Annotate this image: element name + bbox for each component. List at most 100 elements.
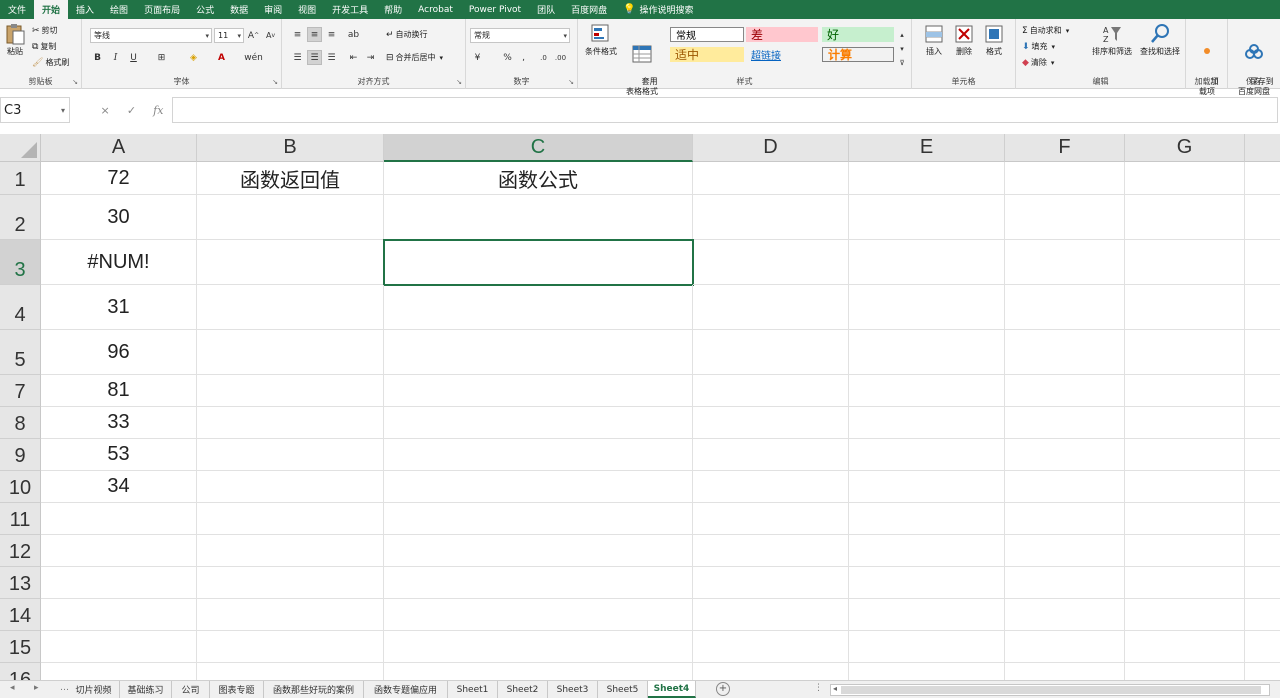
cell[interactable] bbox=[1125, 375, 1245, 407]
align-bottom-button[interactable]: ≡ bbox=[324, 27, 339, 42]
cell[interactable] bbox=[197, 195, 384, 240]
column-header[interactable]: C bbox=[384, 134, 693, 162]
cell[interactable] bbox=[849, 240, 1005, 285]
sort-filter-button[interactable]: AZ 排序和筛选 bbox=[1088, 23, 1136, 57]
sheet-tab[interactable]: Sheet5 bbox=[598, 681, 648, 698]
styles-scroll-up[interactable]: ▴ bbox=[896, 27, 908, 42]
cell[interactable] bbox=[1245, 503, 1280, 535]
align-right-button[interactable]: ☰ bbox=[324, 50, 339, 65]
font-size-combo[interactable]: 11 ▾ bbox=[214, 28, 244, 43]
autosum-button[interactable]: Σ 自动求和 ▾ bbox=[1022, 25, 1069, 36]
cell[interactable] bbox=[1245, 439, 1280, 471]
cell[interactable] bbox=[1005, 631, 1125, 663]
number-launcher-icon[interactable]: ↘ bbox=[568, 78, 574, 86]
delete-cells-button[interactable]: 删除 bbox=[950, 23, 978, 57]
decrease-decimal-button[interactable]: .00 bbox=[553, 50, 568, 65]
cell[interactable]: 81 bbox=[41, 375, 197, 407]
cell[interactable] bbox=[384, 567, 693, 599]
style-normal[interactable]: 常规 bbox=[670, 27, 744, 42]
align-top-button[interactable]: ≡ bbox=[290, 27, 305, 42]
cell[interactable] bbox=[849, 162, 1005, 195]
cell[interactable] bbox=[849, 195, 1005, 240]
ribbon-tab[interactable]: 开始 bbox=[34, 0, 69, 19]
clipboard-launcher-icon[interactable]: ↘ bbox=[72, 78, 78, 86]
cell[interactable] bbox=[849, 663, 1005, 680]
cell[interactable] bbox=[1005, 663, 1125, 680]
cell[interactable] bbox=[1125, 663, 1245, 680]
cell[interactable] bbox=[849, 375, 1005, 407]
cell[interactable] bbox=[849, 631, 1005, 663]
cell[interactable] bbox=[197, 599, 384, 631]
row-header[interactable]: 14 bbox=[0, 599, 41, 631]
next-sheet-icon[interactable]: ▸ bbox=[34, 683, 39, 693]
cell[interactable] bbox=[197, 535, 384, 567]
conditional-format-button[interactable]: 条件格式 bbox=[582, 23, 620, 57]
cell[interactable] bbox=[693, 330, 849, 375]
cell[interactable] bbox=[41, 663, 197, 680]
copy-button[interactable]: ⧉ 复制 bbox=[32, 41, 56, 52]
cell[interactable] bbox=[1125, 535, 1245, 567]
name-box[interactable]: C3 ▾ bbox=[0, 97, 70, 123]
merge-center-button[interactable]: ⊟ 合并后居中 ▾ bbox=[386, 52, 443, 63]
column-header[interactable]: E bbox=[849, 134, 1005, 162]
cut-button[interactable]: ✂ 剪切 bbox=[32, 25, 58, 36]
style-good[interactable]: 好 bbox=[822, 27, 894, 42]
cell[interactable] bbox=[384, 375, 693, 407]
cell[interactable] bbox=[1245, 471, 1280, 503]
row-header[interactable]: 1 bbox=[0, 162, 41, 195]
cell[interactable] bbox=[41, 567, 197, 599]
cell[interactable] bbox=[1125, 195, 1245, 240]
format-as-table-button[interactable]: 套用 表格格式 bbox=[622, 23, 662, 107]
cell[interactable] bbox=[1005, 285, 1125, 330]
ribbon-tab[interactable]: 百度网盘 bbox=[563, 0, 615, 19]
cell[interactable] bbox=[849, 407, 1005, 439]
cell[interactable] bbox=[1005, 567, 1125, 599]
italic-button[interactable]: I bbox=[108, 50, 123, 65]
ribbon-tab[interactable]: 视图 bbox=[290, 0, 324, 19]
cell[interactable]: 34 bbox=[41, 471, 197, 503]
cell[interactable] bbox=[197, 407, 384, 439]
cell[interactable] bbox=[41, 599, 197, 631]
tab-split-icon[interactable]: ⋮ bbox=[814, 683, 823, 693]
cell[interactable] bbox=[384, 330, 693, 375]
row-header[interactable]: 10 bbox=[0, 471, 41, 503]
format-cells-button[interactable]: 格式 bbox=[980, 23, 1008, 57]
cell[interactable] bbox=[197, 567, 384, 599]
cell[interactable] bbox=[197, 330, 384, 375]
sheet-tab[interactable]: 函数那些好玩的案例 bbox=[264, 681, 364, 698]
cell[interactable] bbox=[384, 471, 693, 503]
save-baidu-button[interactable]: 保存到 百度网盘 bbox=[1232, 23, 1276, 107]
paste-button[interactable]: 粘贴 bbox=[4, 23, 26, 57]
shrink-font-button[interactable]: Av bbox=[263, 28, 278, 43]
ribbon-tab[interactable]: Acrobat bbox=[410, 0, 461, 19]
decrease-indent-button[interactable]: ⇤ bbox=[346, 50, 361, 65]
currency-button[interactable]: ¥ bbox=[470, 50, 485, 65]
align-middle-button[interactable]: ≡ bbox=[307, 27, 322, 42]
sheet-tab[interactable]: Sheet1 bbox=[448, 681, 498, 698]
cell[interactable] bbox=[1125, 162, 1245, 195]
addins-button[interactable]: 加 载项 bbox=[1192, 23, 1222, 107]
cell[interactable] bbox=[1005, 330, 1125, 375]
ribbon-tab[interactable]: 审阅 bbox=[256, 0, 290, 19]
cell[interactable] bbox=[693, 599, 849, 631]
cell[interactable] bbox=[1245, 631, 1280, 663]
font-launcher-icon[interactable]: ↘ bbox=[272, 78, 278, 86]
cell[interactable] bbox=[197, 375, 384, 407]
cell[interactable] bbox=[1245, 240, 1280, 285]
ribbon-tab[interactable]: 帮助 bbox=[376, 0, 410, 19]
sheet-tab[interactable]: Sheet2 bbox=[498, 681, 548, 698]
cell[interactable] bbox=[197, 471, 384, 503]
cell[interactable] bbox=[384, 439, 693, 471]
style-bad[interactable]: 差 bbox=[746, 27, 818, 42]
cell[interactable] bbox=[1005, 195, 1125, 240]
styles-scroll-down[interactable]: ▾ bbox=[896, 41, 908, 56]
cell[interactable] bbox=[1005, 439, 1125, 471]
row-header[interactable]: 3 bbox=[0, 240, 41, 285]
cell[interactable] bbox=[693, 407, 849, 439]
cell[interactable] bbox=[197, 663, 384, 680]
sheet-tab[interactable]: Sheet4 bbox=[648, 681, 696, 698]
add-sheet-icon[interactable]: + bbox=[716, 682, 730, 696]
prev-sheet-icon[interactable]: ◂ bbox=[10, 683, 15, 693]
cell[interactable] bbox=[849, 330, 1005, 375]
fill-button[interactable]: ⬇ 填充 ▾ bbox=[1022, 41, 1055, 52]
